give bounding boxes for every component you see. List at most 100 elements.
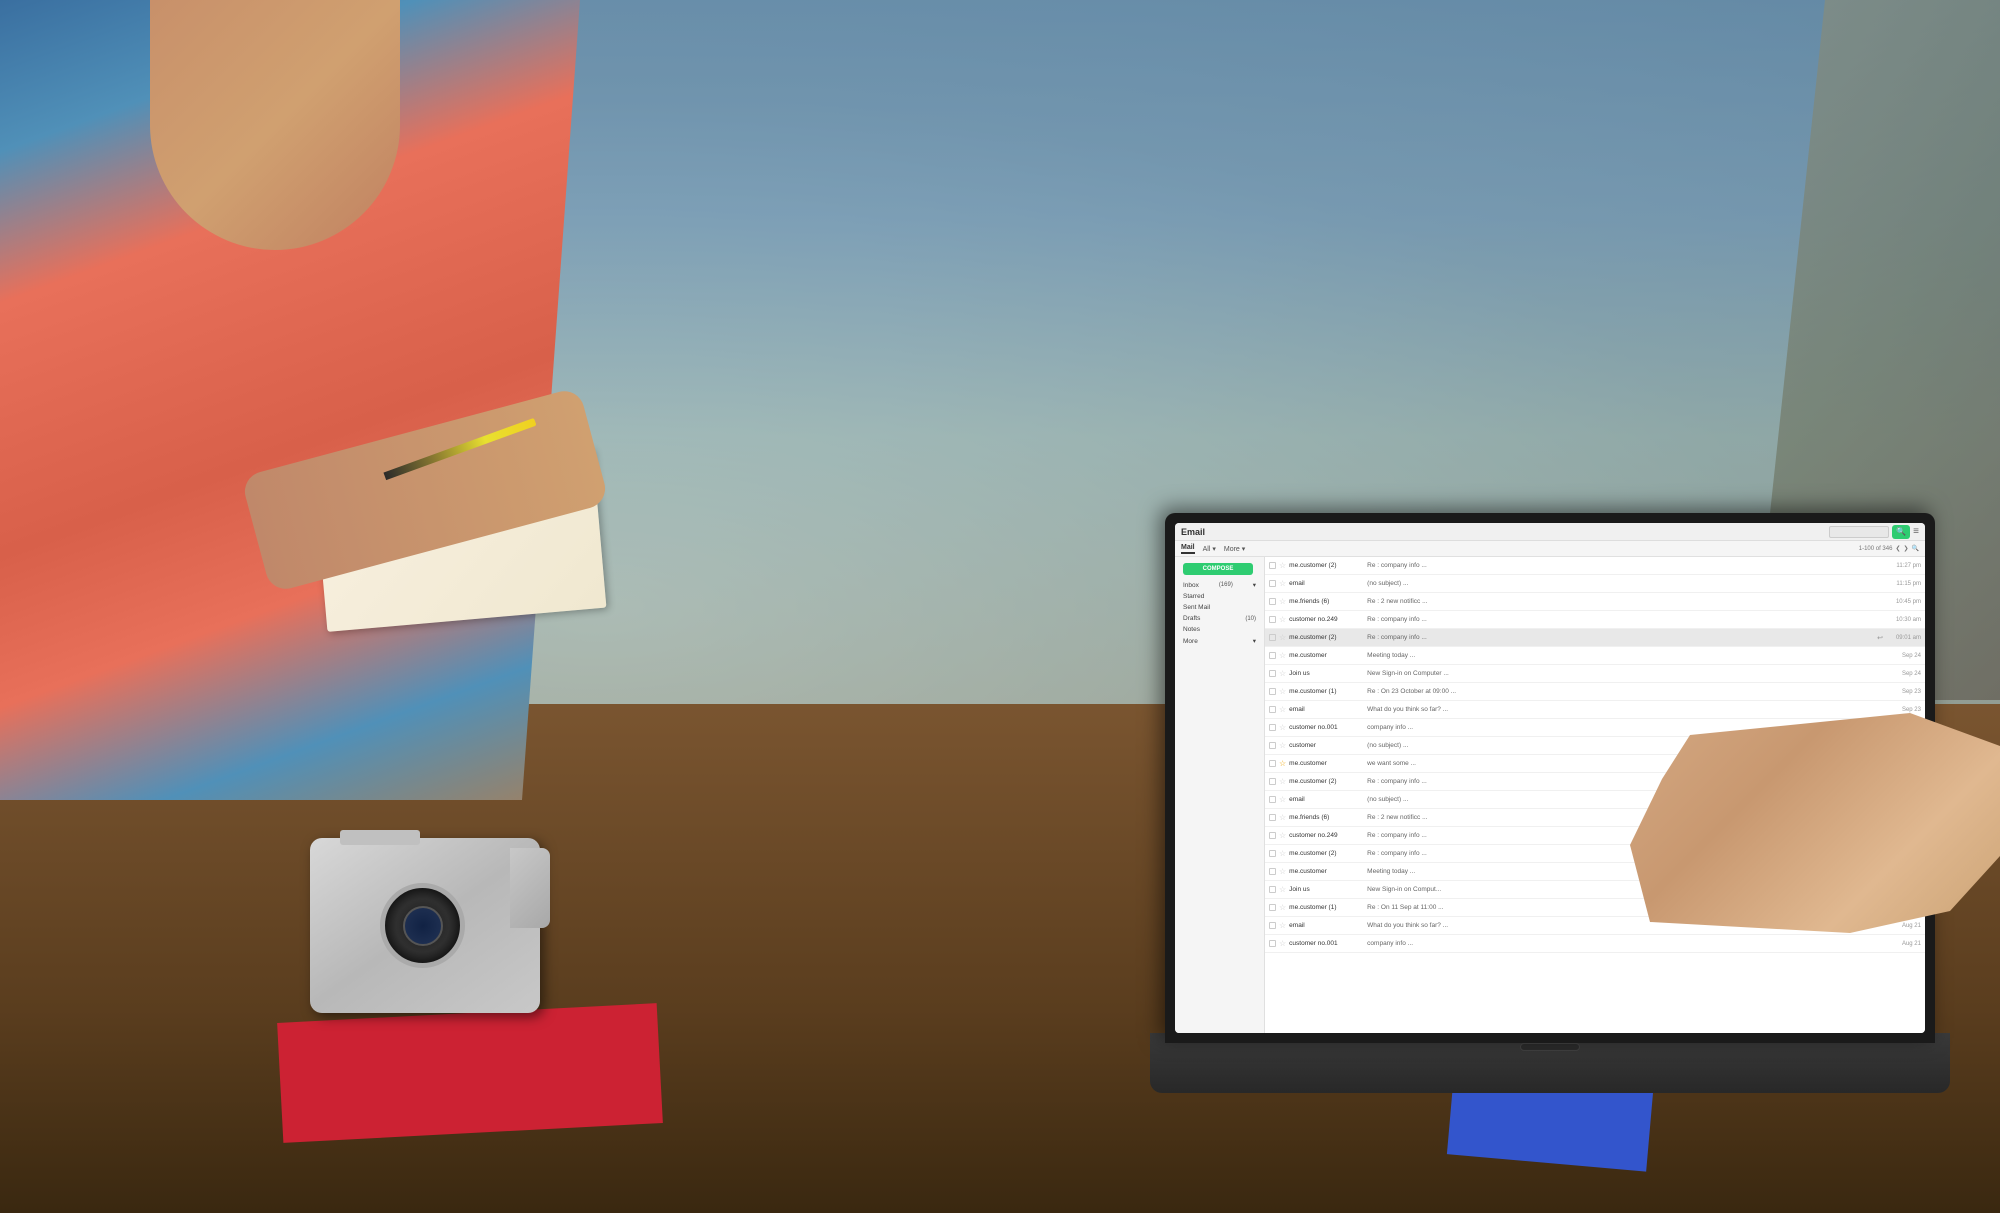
email-checkbox[interactable] <box>1269 814 1276 821</box>
email-row[interactable]: ☆me.customer (1)Re : On 23 October at 09… <box>1265 683 1925 701</box>
person-head <box>150 0 400 250</box>
star-icon[interactable]: ☆ <box>1279 723 1286 732</box>
email-checkbox[interactable] <box>1269 742 1276 749</box>
email-checkbox[interactable] <box>1269 850 1276 857</box>
email-checkbox[interactable] <box>1269 778 1276 785</box>
sidebar-item-sent[interactable]: Sent Mail <box>1175 602 1264 613</box>
email-time: 10:45 pm <box>1886 599 1921 605</box>
star-icon[interactable]: ☆ <box>1279 597 1286 606</box>
star-icon[interactable]: ☆ <box>1279 885 1286 894</box>
email-checkbox[interactable] <box>1269 688 1276 695</box>
star-icon[interactable]: ☆ <box>1279 669 1286 678</box>
email-checkbox[interactable] <box>1269 580 1276 587</box>
pagination: 1-100 of 346 ❮ ❯ 🔍 <box>1859 545 1919 552</box>
email-checkbox[interactable] <box>1269 886 1276 893</box>
email-checkbox[interactable] <box>1269 940 1276 947</box>
star-icon[interactable]: ☆ <box>1279 921 1286 930</box>
sidebar-item-inbox[interactable]: Inbox (169) ▾ <box>1175 579 1264 591</box>
email-checkbox[interactable] <box>1269 796 1276 803</box>
email-checkbox[interactable] <box>1269 922 1276 929</box>
star-icon[interactable]: ☆ <box>1279 615 1286 624</box>
email-row[interactable]: ☆Join usNew Sign-in on Computer ...Sep 2… <box>1265 665 1925 683</box>
star-icon[interactable]: ☆ <box>1279 795 1286 804</box>
email-row[interactable]: ☆me.customer (2)Re : company info ...11:… <box>1265 557 1925 575</box>
sidebar-item-more[interactable]: More ▾ <box>1175 635 1264 647</box>
email-sender: customer no.249 <box>1289 832 1364 839</box>
search-bar: 🔍 ≡ <box>1829 525 1919 539</box>
search-input-box[interactable] <box>1829 526 1889 538</box>
star-icon[interactable]: ☆ <box>1279 903 1286 912</box>
email-checkbox[interactable] <box>1269 634 1276 641</box>
email-row[interactable]: ☆emailWhat do you think so far? ...Sep 2… <box>1265 701 1925 719</box>
pointing-hand <box>1630 713 2000 933</box>
email-row[interactable]: ☆customer no.249Re : company info ...10:… <box>1265 611 1925 629</box>
email-row[interactable]: ☆email(no subject) ...11:15 pm <box>1265 575 1925 593</box>
email-checkbox[interactable] <box>1269 598 1276 605</box>
next-page-btn[interactable]: ❯ <box>1903 545 1908 552</box>
email-sender: Join us <box>1289 886 1364 893</box>
email-sender: customer <box>1289 742 1364 749</box>
star-icon[interactable]: ☆ <box>1279 687 1286 696</box>
email-subject: New Sign-in on Computer ... <box>1367 670 1883 677</box>
star-icon[interactable]: ☆ <box>1279 651 1286 660</box>
star-icon[interactable]: ☆ <box>1279 741 1286 750</box>
star-icon[interactable]: ☆ <box>1279 813 1286 822</box>
star-icon[interactable]: ☆ <box>1279 633 1286 642</box>
email-checkbox[interactable] <box>1269 904 1276 911</box>
email-subject: Meeting today ... <box>1367 652 1883 659</box>
star-icon[interactable]: ☆ <box>1279 777 1286 786</box>
filter-more[interactable]: More ▾ <box>1224 545 1245 553</box>
email-sender: email <box>1289 796 1364 803</box>
sidebar-item-drafts[interactable]: Drafts (10) <box>1175 613 1264 624</box>
star-icon[interactable]: ☆ <box>1279 759 1286 768</box>
hamburger-icon[interactable]: ≡ <box>1913 526 1919 537</box>
email-sender: email <box>1289 580 1364 587</box>
email-sender: me.customer (2) <box>1289 778 1364 785</box>
email-sender: email <box>1289 706 1364 713</box>
camera-lens <box>380 883 465 968</box>
email-checkbox[interactable] <box>1269 652 1276 659</box>
email-subject: What do you think so far? ... <box>1367 706 1883 713</box>
star-icon[interactable]: ☆ <box>1279 849 1286 858</box>
email-subject: Re : company info ... <box>1367 562 1883 569</box>
star-icon[interactable]: ☆ <box>1279 939 1286 948</box>
star-icon[interactable]: ☆ <box>1279 867 1286 876</box>
email-checkbox[interactable] <box>1269 832 1276 839</box>
prev-page-btn[interactable]: ❮ <box>1895 545 1900 552</box>
sidebar-item-notes[interactable]: Notes <box>1175 624 1264 635</box>
email-subject: company info ... <box>1367 940 1883 947</box>
email-sender: me.customer <box>1289 868 1364 875</box>
email-sender: me.friends (6) <box>1289 814 1364 821</box>
app-title: Email <box>1181 527 1829 537</box>
search-list-btn[interactable]: 🔍 <box>1912 545 1919 552</box>
email-sender: customer no.249 <box>1289 616 1364 623</box>
email-sender: me.customer (2) <box>1289 562 1364 569</box>
email-checkbox[interactable] <box>1269 724 1276 731</box>
star-icon[interactable]: ☆ <box>1279 705 1286 714</box>
search-button[interactable]: 🔍 <box>1892 525 1910 539</box>
star-icon[interactable]: ☆ <box>1279 561 1286 570</box>
tab-mail[interactable]: Mail <box>1181 544 1195 554</box>
email-checkbox[interactable] <box>1269 616 1276 623</box>
email-subject: Re : company info ... <box>1367 616 1883 623</box>
email-time: Sep 23 <box>1886 689 1921 695</box>
email-checkbox[interactable] <box>1269 562 1276 569</box>
filter-all[interactable]: All ▾ <box>1203 545 1216 553</box>
compose-button[interactable]: COMPOSE <box>1183 563 1253 575</box>
email-checkbox[interactable] <box>1269 868 1276 875</box>
sidebar-item-starred[interactable]: Starred <box>1175 591 1264 602</box>
reply-icon: ↩ <box>1877 634 1883 642</box>
email-sender: Join us <box>1289 670 1364 677</box>
email-checkbox[interactable] <box>1269 706 1276 713</box>
star-icon[interactable]: ☆ <box>1279 579 1286 588</box>
email-subject: Re : company info ... <box>1367 634 1874 641</box>
email-checkbox[interactable] <box>1269 670 1276 677</box>
email-row[interactable]: ☆me.friends (6)Re : 2 new notificc ...10… <box>1265 593 1925 611</box>
star-icon[interactable]: ☆ <box>1279 831 1286 840</box>
email-checkbox[interactable] <box>1269 760 1276 767</box>
email-time: Sep 23 <box>1886 707 1921 713</box>
email-row[interactable]: ☆customer no.001company info ...Aug 21 <box>1265 935 1925 953</box>
email-row[interactable]: ☆me.customerMeeting today ...Sep 24 <box>1265 647 1925 665</box>
email-row[interactable]: ☆me.customer (2)Re : company info ...↩09… <box>1265 629 1925 647</box>
email-subject: Re : On 23 October at 09:00 ... <box>1367 688 1883 695</box>
